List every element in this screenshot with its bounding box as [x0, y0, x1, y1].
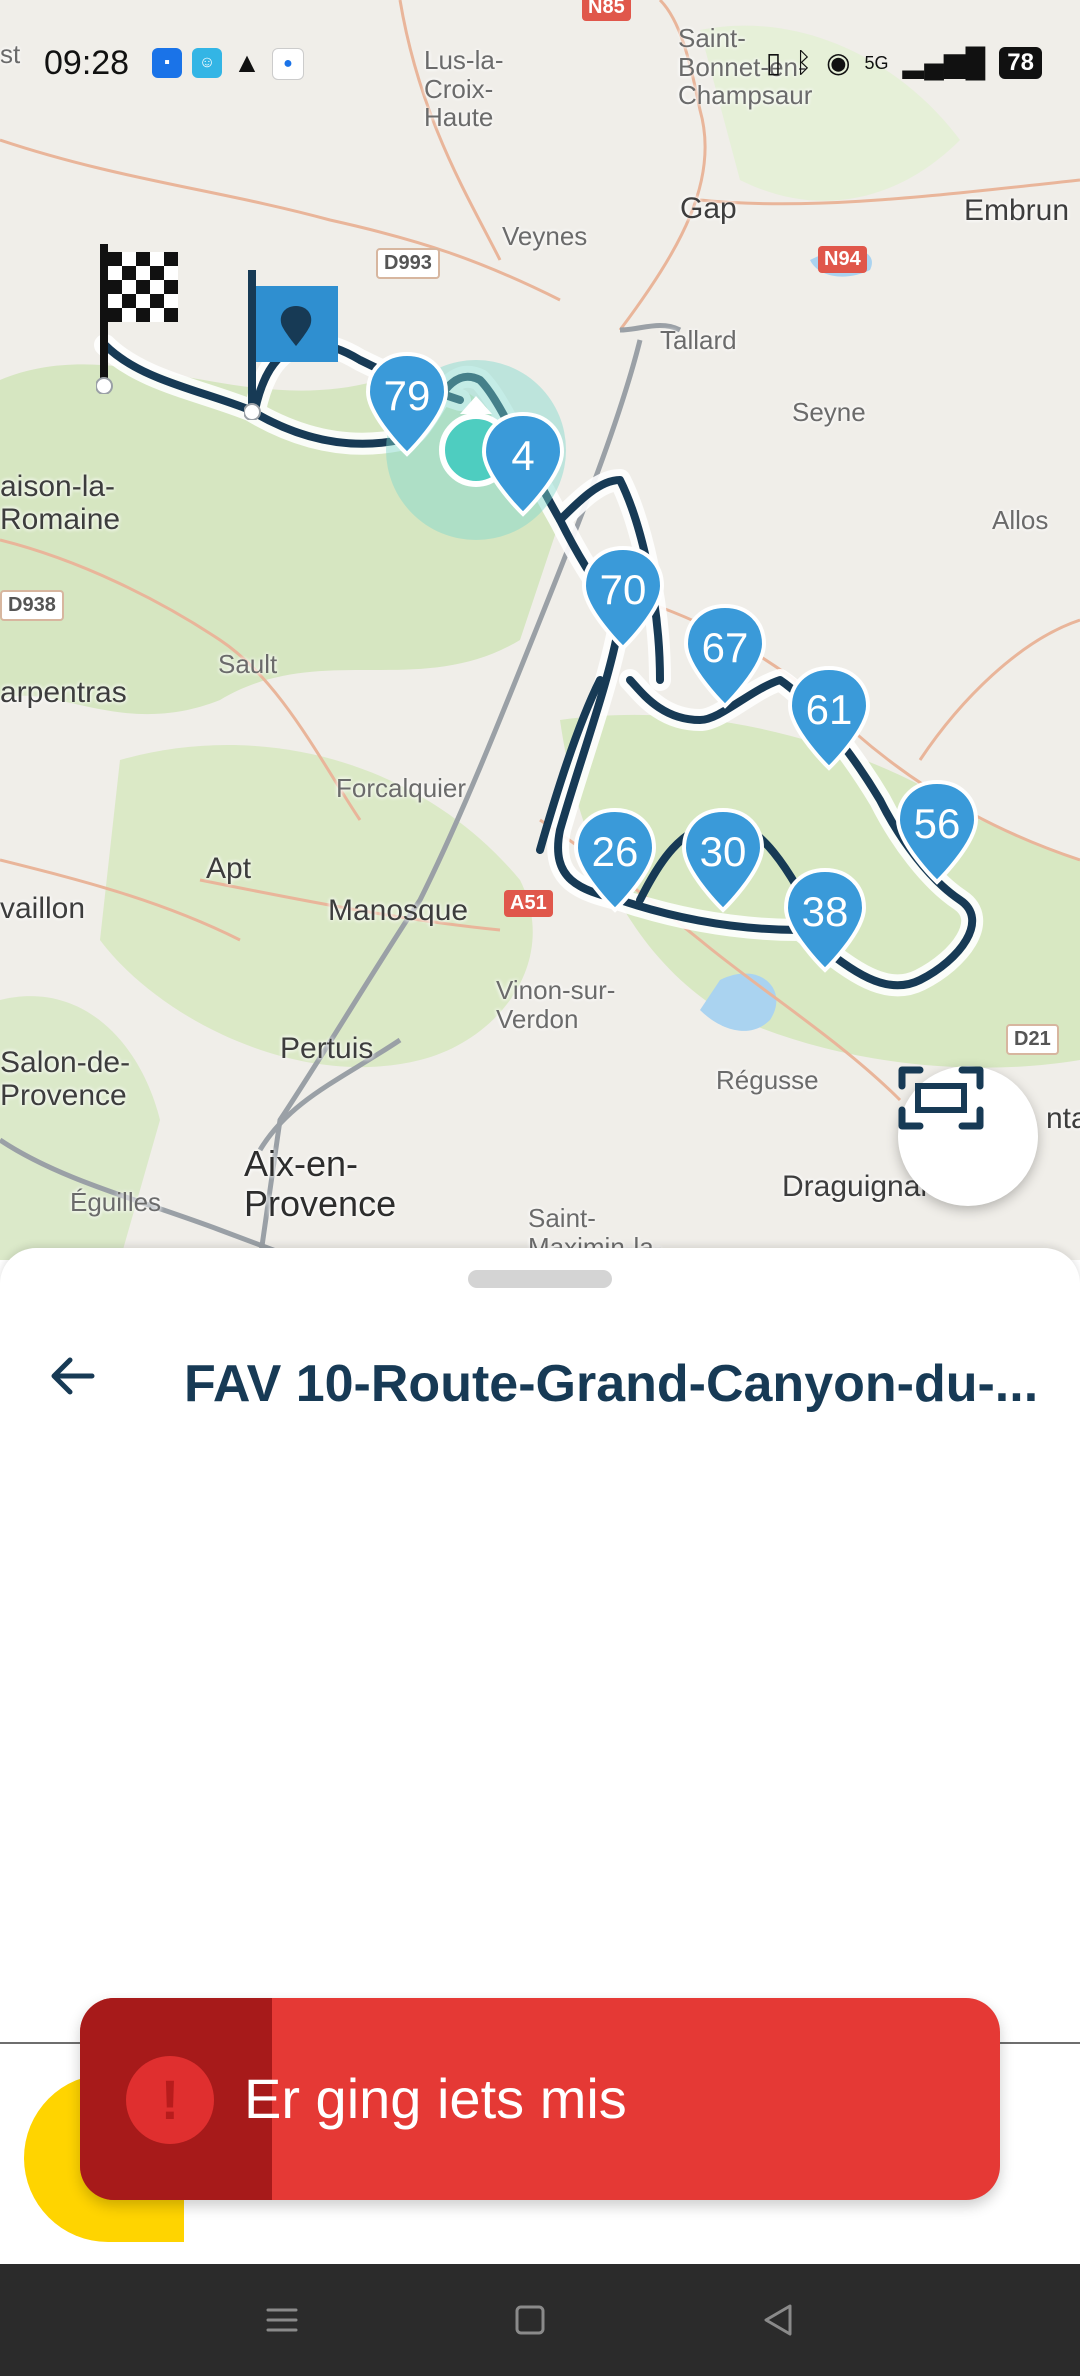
place-label: Pertuis: [280, 1032, 374, 1065]
arrow-left-icon: [48, 1356, 96, 1401]
network-label: 5G: [864, 52, 889, 73]
menu-icon[interactable]: [256, 2294, 308, 2346]
waypoint-pin[interactable]: 67: [680, 602, 770, 712]
waypoint-pin[interactable]: 30: [678, 806, 768, 916]
road-badge: A51: [504, 890, 553, 917]
system-nav-bar: [0, 2264, 1080, 2376]
road-badge: N94: [818, 246, 867, 273]
place-label: Allos: [992, 505, 1049, 535]
waypoint-pin-label: 56: [913, 800, 961, 847]
place-label: Forcalquier: [336, 773, 467, 803]
place-label: Régusse: [716, 1065, 819, 1095]
road-badge: D21: [1006, 1024, 1059, 1055]
place-label: Salon-de- Provence: [0, 1046, 131, 1112]
place-label: Sault: [218, 649, 278, 679]
place-label: Manosque: [328, 894, 469, 927]
road-badge: D938: [0, 590, 64, 621]
status-time: 09:28: [44, 44, 130, 82]
place-label: Gap: [680, 192, 737, 225]
error-toast[interactable]: ! Er ging iets mis: [80, 1998, 1000, 2200]
road-badge: D993: [376, 248, 440, 279]
waypoint-pin[interactable]: 61: [784, 664, 874, 774]
waypoint-pin[interactable]: 38: [780, 866, 870, 976]
home-icon[interactable]: [504, 2294, 556, 2346]
place-label: Seyne: [792, 397, 866, 427]
place-label: Veynes: [502, 221, 588, 251]
route-title: FAV 10-Route-Grand-Canyon-du-...: [184, 1355, 1039, 1413]
waypoint-pin[interactable]: 26: [570, 806, 660, 916]
place-label: Aix-en- Provence: [244, 1143, 397, 1224]
location-icon: ◉: [826, 47, 851, 78]
waypoint-pin-label: 79: [383, 372, 431, 419]
app-notification-icon: ▪: [152, 48, 182, 78]
waypoint-pin[interactable]: 4: [478, 410, 568, 520]
signal-icon: ▂▄▆█: [902, 47, 986, 78]
vibrate-icon: ▯: [765, 47, 782, 78]
notification-icons: ▪ ☺ ▲ ●: [152, 47, 304, 80]
waypoint-pin-label: 61: [805, 686, 853, 733]
place-label: vaillon: [0, 892, 86, 925]
waypoint-pin-label: 30: [699, 828, 747, 875]
waypoint-pin[interactable]: 56: [892, 778, 982, 888]
place-label: Vinon-sur- Verdon: [496, 975, 616, 1034]
waze-icon: ☺: [192, 48, 222, 78]
waypoint-pin-label: 38: [801, 888, 849, 935]
place-label: Éguilles: [70, 1187, 162, 1217]
place-label: Tallard: [660, 325, 737, 355]
waypoint-pin-label: 4: [511, 432, 535, 479]
alert-icon: !: [126, 2056, 214, 2144]
back-triangle-icon[interactable]: [752, 2294, 804, 2346]
navigation-arrow-icon: ▲: [233, 47, 261, 78]
bluetooth-icon: ᛒ: [795, 46, 813, 78]
drag-handle[interactable]: [468, 1270, 612, 1288]
start-flag-icon[interactable]: [244, 270, 344, 420]
place-label: Embrun: [964, 194, 1070, 227]
waypoint-pin-label: 26: [591, 828, 639, 875]
battery-level: 78: [999, 46, 1042, 79]
back-button[interactable]: [44, 1350, 100, 1406]
maps-pin-icon: ●: [272, 48, 304, 80]
status-bar: 09:28 ▪ ☺ ▲ ● ▯ ᛒ ◉ 5G ▂▄▆█ 78: [0, 0, 1080, 130]
place-label: nta: [1046, 1102, 1080, 1135]
waypoint-pin-label: 70: [599, 566, 647, 613]
place-label: aison-la- Romaine: [0, 470, 121, 536]
place-label: arpentras: [0, 676, 127, 709]
waypoint-pin[interactable]: 79: [362, 350, 452, 460]
waypoint-pin-label: 67: [701, 624, 749, 671]
status-icons: ▯ ᛒ ◉ 5G ▂▄▆█ 78: [766, 46, 1042, 79]
fit-route-button[interactable]: [898, 1066, 1038, 1206]
finish-flag-icon[interactable]: [96, 244, 196, 394]
toast-message: Er ging iets mis: [244, 2067, 627, 2130]
place-label: Apt: [206, 852, 252, 885]
waypoint-pin[interactable]: 70: [578, 544, 668, 654]
map-view[interactable]: st Lus-la- Croix- Haute Saint- Bonnet-en…: [0, 0, 1080, 1260]
